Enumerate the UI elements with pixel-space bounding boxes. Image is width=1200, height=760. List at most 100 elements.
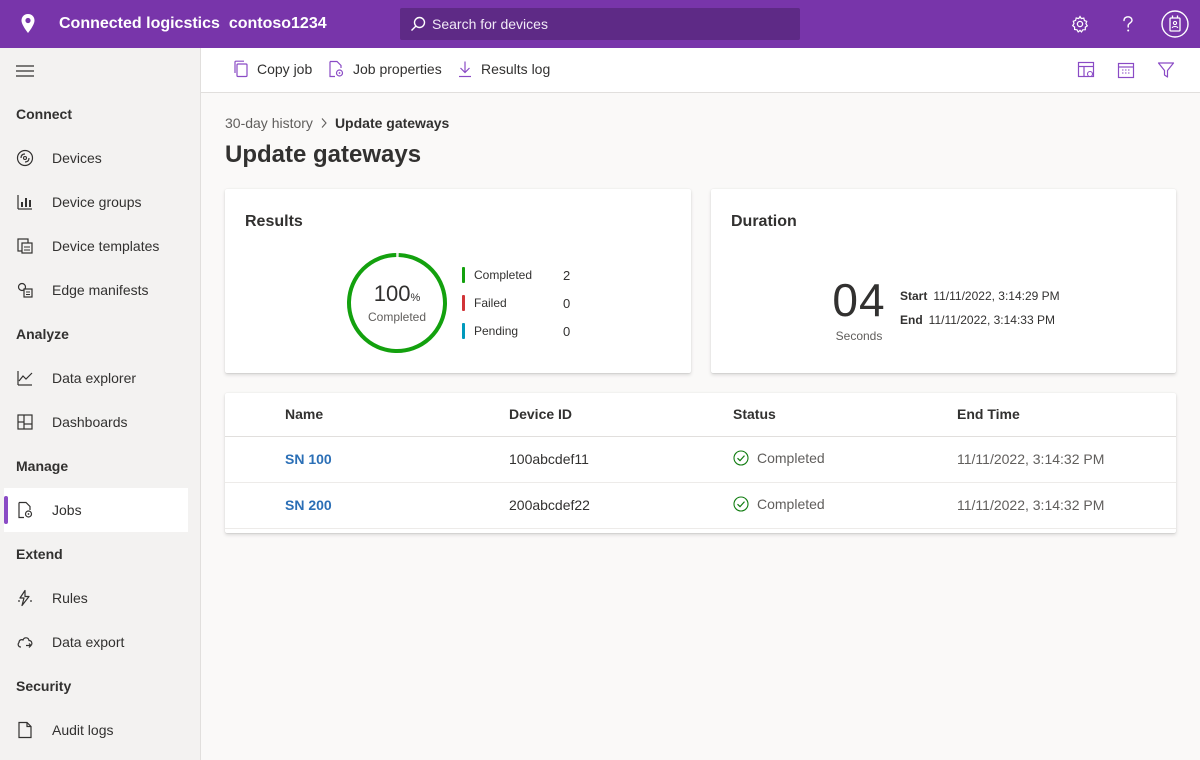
- sidebar-item-devices[interactable]: Devices: [4, 136, 188, 180]
- end-time-cell: 11/11/2022, 3:14:32 PM: [957, 451, 1105, 467]
- command-bar: Copy job Job properties Results log: [201, 48, 1200, 93]
- duration-value: 04: [832, 274, 886, 326]
- results-card-title: Results: [245, 213, 303, 230]
- sidebar-item-device-templates[interactable]: Device templates: [4, 224, 188, 268]
- sidebar-item-label: Device groups: [52, 194, 142, 210]
- duration-end: End 11/11/2022, 3:14:33 PM: [900, 313, 1055, 327]
- breadcrumb-current: Update gateways: [334, 115, 450, 131]
- device-groups-icon: [16, 193, 34, 211]
- sidebar-item-audit-logs[interactable]: Audit logs: [4, 708, 188, 752]
- sidebar-item-edge-manifests[interactable]: Edge manifests: [4, 268, 188, 312]
- sidebar-section-extend: Extend: [16, 546, 63, 562]
- hamburger-menu-icon[interactable]: [16, 64, 34, 78]
- search-box[interactable]: [400, 8, 800, 40]
- table-row[interactable]: SN 100 100abcdef11 Completed 11/11/2022,…: [225, 437, 1176, 483]
- job-properties-label: Job properties: [353, 61, 442, 77]
- breadcrumb-parent[interactable]: 30-day history: [225, 115, 313, 131]
- column-header-name[interactable]: Name: [285, 406, 323, 422]
- columns-icon[interactable]: [1077, 61, 1095, 79]
- percent-value: 100: [373, 281, 411, 306]
- sidebar: Connect Devices Device groups Device tem…: [0, 48, 201, 760]
- page-title: Update gateways: [225, 141, 422, 168]
- sidebar-item-jobs[interactable]: Jobs: [4, 488, 188, 532]
- sidebar-item-rules[interactable]: Rules: [4, 576, 188, 620]
- table-header: Name Device ID Status End Time: [225, 393, 1176, 437]
- legend-label: Completed: [474, 268, 533, 282]
- results-log-button[interactable]: Results log: [457, 60, 550, 78]
- sidebar-item-device-groups[interactable]: Device groups: [4, 180, 188, 224]
- status-cell: Completed: [733, 450, 825, 466]
- completion-percent: 100%: [345, 281, 449, 307]
- column-header-status[interactable]: Status: [733, 406, 776, 422]
- sidebar-item-label: Device templates: [52, 238, 160, 254]
- help-icon[interactable]: [1116, 12, 1140, 36]
- legend-failed: Failed 0: [462, 295, 570, 311]
- sidebar-section-connect: Connect: [16, 106, 72, 122]
- job-properties-icon: [329, 60, 344, 78]
- download-icon: [459, 61, 471, 78]
- sidebar-item-label: Data explorer: [52, 370, 137, 386]
- sidebar-section-analyze: Analyze: [16, 326, 69, 342]
- start-label: Start: [900, 289, 928, 303]
- settings-icon[interactable]: [1068, 12, 1092, 36]
- jobs-icon: [16, 501, 34, 519]
- device-name-link[interactable]: SN 200: [285, 497, 332, 513]
- sidebar-item-dashboards[interactable]: Dashboards: [4, 400, 188, 444]
- end-value: 11/11/2022, 3:14:33 PM: [928, 313, 1055, 327]
- chevron-right-icon: [320, 117, 328, 129]
- sidebar-item-label: Audit logs: [52, 722, 114, 738]
- legend-completed: Completed 2: [462, 267, 570, 283]
- top-bar: Connected logicstics contoso1234: [0, 0, 1200, 48]
- user-badge-icon[interactable]: [1161, 10, 1189, 38]
- sidebar-item-data-export[interactable]: Data export: [4, 620, 188, 664]
- line-chart-icon: [16, 369, 34, 387]
- copy-icon: [234, 60, 248, 78]
- dashboard-icon: [16, 413, 34, 431]
- search-icon: [411, 16, 426, 31]
- search-input[interactable]: [432, 16, 772, 32]
- device-templates-icon: [16, 237, 34, 255]
- sidebar-item-label: Edge manifests: [52, 282, 149, 298]
- copy-job-button[interactable]: Copy job: [233, 60, 312, 78]
- sidebar-item-data-explorer[interactable]: Data explorer: [4, 356, 188, 400]
- filter-icon[interactable]: [1157, 61, 1175, 79]
- results-log-label: Results log: [481, 61, 551, 77]
- copy-job-label: Copy job: [257, 61, 313, 77]
- status-text: Completed: [757, 496, 825, 512]
- legend-label: Pending: [474, 324, 519, 338]
- sidebar-section-manage: Manage: [16, 458, 69, 474]
- check-circle-icon: [733, 496, 749, 512]
- column-header-end-time[interactable]: End Time: [957, 406, 1020, 422]
- legend-swatch: [462, 323, 465, 339]
- audit-logs-icon: [16, 721, 34, 739]
- device-name-link[interactable]: SN 100: [285, 451, 332, 467]
- table-row[interactable]: SN 200 200abcdef22 Completed 11/11/2022,…: [225, 483, 1176, 529]
- end-time-cell: 11/11/2022, 3:14:32 PM: [957, 497, 1105, 513]
- calendar-icon[interactable]: [1117, 61, 1135, 79]
- end-label: End: [900, 313, 923, 327]
- results-card: Results 100% Completed Completed 2 Faile…: [225, 189, 691, 373]
- cloud-export-icon: [16, 633, 34, 651]
- location-icon: [21, 14, 35, 33]
- column-header-device-id[interactable]: Device ID: [509, 406, 572, 422]
- status-cell: Completed: [733, 496, 825, 512]
- job-properties-button[interactable]: Job properties: [328, 60, 442, 78]
- device-id-cell: 100abcdef11: [509, 451, 589, 467]
- check-circle-icon: [733, 450, 749, 466]
- start-value: 11/11/2022, 3:14:29 PM: [933, 289, 1060, 303]
- tenant-name: contoso1234: [228, 15, 327, 32]
- app-name: Connected logicstics: [59, 15, 220, 32]
- breadcrumb: 30-day history Update gateways: [225, 115, 449, 131]
- legend-count: 0: [563, 323, 571, 339]
- legend-count: 0: [563, 295, 571, 311]
- duration-card-title: Duration: [731, 213, 797, 230]
- sidebar-item-label: Jobs: [52, 502, 82, 518]
- sidebar-item-label: Devices: [52, 150, 102, 166]
- devices-table: Name Device ID Status End Time SN 100 10…: [225, 393, 1176, 533]
- legend-swatch: [462, 295, 465, 311]
- status-text: Completed: [757, 450, 825, 466]
- sidebar-item-label: Data export: [52, 634, 125, 650]
- edge-manifests-icon: [16, 281, 34, 299]
- app-title[interactable]: Connected logicstics contoso1234: [59, 15, 327, 33]
- legend-pending: Pending 0: [462, 323, 570, 339]
